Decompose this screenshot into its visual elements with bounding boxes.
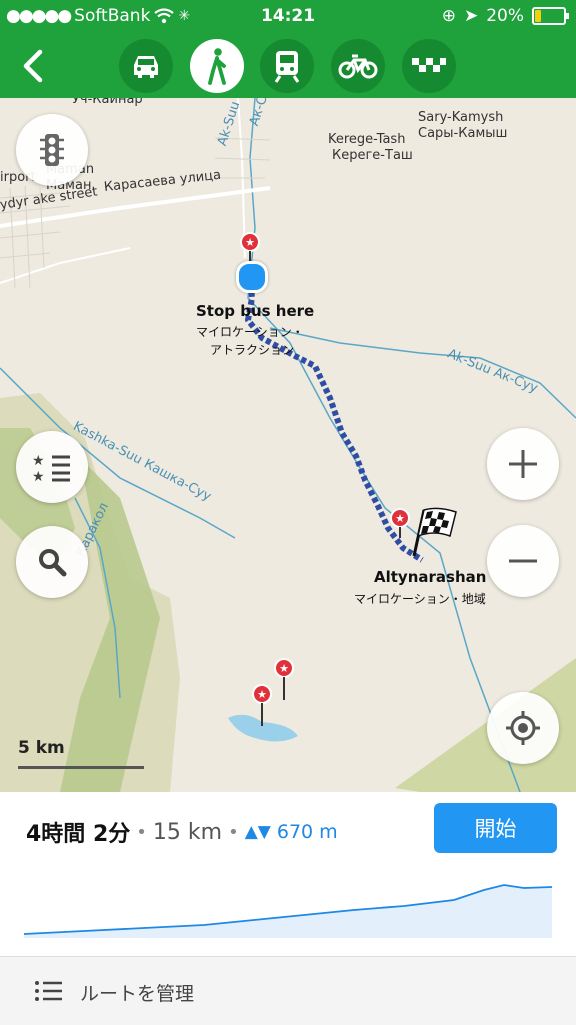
map-label-village: Уч-Кайнар [72, 98, 143, 107]
scale-label: 5 km [18, 738, 65, 758]
svg-text:★: ★ [245, 236, 255, 249]
elevation-profile [24, 884, 552, 938]
svg-text:★: ★ [32, 453, 45, 469]
start-pin-icon[interactable]: ★ [240, 232, 260, 262]
mode-taxi-button[interactable] [402, 39, 456, 93]
start-subtitle-line2: アトラクション [210, 343, 295, 357]
bookmark-list-icon: ★★ [32, 453, 70, 483]
search-button[interactable] [16, 526, 88, 598]
route-duration: 4時間 2分 [26, 822, 131, 847]
location-arrow-icon: ➤ [463, 6, 479, 26]
map-scale: 5 km [18, 738, 144, 769]
start-navigation-button[interactable]: 開始 [434, 803, 557, 853]
zoom-in-button[interactable] [487, 428, 559, 500]
my-location-button[interactable] [487, 692, 559, 764]
route-distance: 15 km [152, 819, 223, 845]
list-icon [35, 981, 62, 1001]
status-bar: ●●●●● SoftBank ✳ 14:21 ⊕ ➤ 20% [0, 0, 576, 34]
start-title[interactable]: Stop bus here [196, 302, 314, 320]
bike-icon [338, 54, 378, 79]
finish-flag-icon [412, 507, 457, 557]
svg-text:★: ★ [395, 512, 405, 525]
start-subtitle-line1: マイロケーション・ [196, 325, 304, 339]
map-view[interactable]: Уч-Кайнар Sary-Kamysh Сары-Камыш Kerege-… [0, 98, 576, 792]
mode-walk-button[interactable] [190, 39, 244, 93]
car-icon [134, 56, 158, 78]
svg-text:★: ★ [32, 469, 45, 483]
mode-transit-button[interactable] [260, 39, 314, 93]
zoom-out-button[interactable] [487, 525, 559, 597]
svg-text:★: ★ [257, 688, 267, 701]
route-elevation: 670 m [276, 821, 338, 843]
route-summary: 4時間 2分 • 15 km • ▲▼ 670 m [26, 816, 338, 848]
separator-dot: • [228, 821, 239, 843]
search-icon [39, 549, 67, 577]
orientation-lock-icon: ⊕ [441, 6, 456, 26]
manage-route-button[interactable]: ルートを管理 [0, 956, 576, 1025]
elevation-up-down-icon: ▲▼ [244, 822, 271, 842]
plus-icon [509, 450, 537, 478]
finish-title[interactable]: Altynarashan [374, 568, 486, 586]
crosshair-icon [506, 711, 540, 745]
svg-text:★: ★ [279, 662, 289, 675]
minus-icon [509, 559, 537, 563]
separator-dot: • [136, 821, 147, 843]
map-label-kerege-tash-ru: Кереге-Таш [332, 148, 413, 163]
battery-percent: 20% [486, 6, 524, 26]
bookmark-pin-icon[interactable]: ★ [274, 658, 294, 702]
mode-car-button[interactable] [119, 39, 173, 93]
battery-icon [532, 7, 569, 25]
taxi-icon [412, 58, 446, 72]
mode-bike-button[interactable] [331, 39, 385, 93]
map-label-sary-kamysh: Sary-Kamysh [418, 110, 504, 125]
traffic-button[interactable] [16, 114, 88, 186]
walk-icon [208, 48, 226, 85]
route-panel: 4時間 2分 • 15 km • ▲▼ 670 m 開始 ルートを管理 [0, 792, 576, 1025]
manage-route-label: ルートを管理 [80, 983, 195, 1005]
back-button[interactable] [14, 44, 54, 88]
scale-bar [18, 766, 144, 769]
finish-subtitle: マイロケーション・地域 [354, 592, 486, 606]
my-position-dot[interactable] [236, 261, 268, 293]
train-icon [274, 51, 300, 83]
traffic-light-icon [40, 134, 64, 166]
finish-pin-icon[interactable]: ★ [390, 508, 410, 538]
bookmark-pin-icon[interactable]: ★ [252, 684, 272, 728]
bookmarks-button[interactable]: ★ ★ [16, 431, 88, 503]
transport-mode-bar [0, 34, 576, 98]
chevron-left-icon [23, 49, 43, 83]
map-label-sary-kamysh-ru: Сары-Камыш [418, 126, 508, 141]
map-label-kerege-tash: Kerege-Tash [328, 132, 406, 147]
